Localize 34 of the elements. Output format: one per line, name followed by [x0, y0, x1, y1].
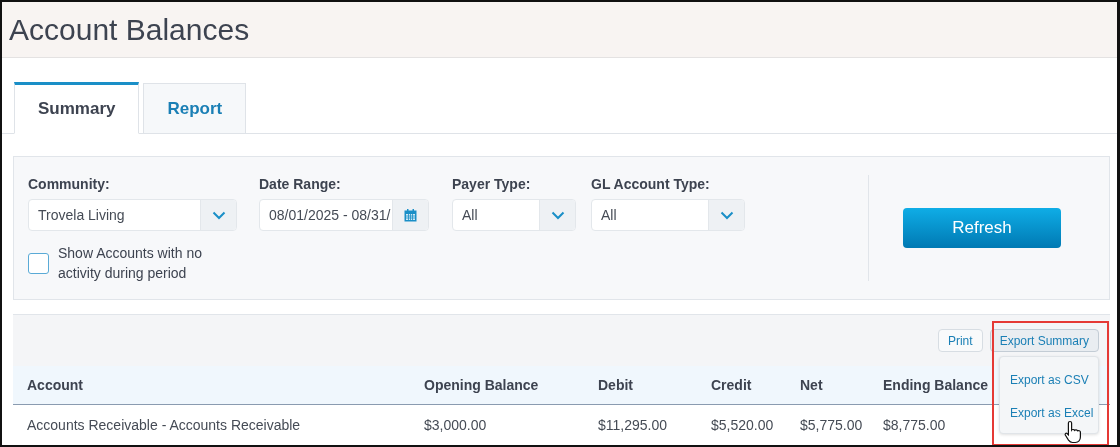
column-header: Debit — [598, 377, 633, 393]
select-field[interactable]: All — [591, 199, 745, 231]
chevron-down-icon — [719, 210, 734, 220]
column-header: Ending Balance — [883, 377, 989, 393]
print-button[interactable]: Print — [937, 329, 983, 352]
export-button[interactable]: Export Summary — [989, 329, 1099, 352]
table-cell: $5,775.00 — [800, 417, 863, 433]
select-field[interactable]: Trovela Living — [28, 199, 237, 231]
tab[interactable]: Report — [143, 83, 247, 134]
menu-item[interactable]: Export as Excel — [1000, 405, 1098, 420]
table-cell: $11,295.00 — [598, 417, 668, 433]
field-label: Community: — [28, 176, 111, 192]
column-header: Opening Balance — [424, 377, 539, 393]
column-header: Account — [27, 377, 83, 393]
calendar-icon — [404, 208, 417, 222]
checkbox-label: Show Accounts with no activity during period — [58, 244, 203, 283]
table-cell: $3,000.00 — [424, 417, 487, 433]
table-cell: Accounts Receivable - Accounts Receivable — [27, 417, 301, 433]
column-header: Credit — [711, 377, 752, 393]
field-label: Payer Type: — [452, 176, 532, 192]
table-cell: $5,520.00 — [711, 417, 774, 433]
field-label: Date Range: — [259, 176, 342, 192]
chevron-down-icon — [211, 210, 226, 220]
date-range-field[interactable]: 08/01/2025 - 08/31/ — [259, 199, 429, 231]
menu-item[interactable]: Export as CSV — [1000, 372, 1098, 387]
select-field[interactable]: All — [452, 199, 576, 231]
field-label: GL Account Type: — [591, 176, 711, 192]
column-header: Net — [800, 377, 823, 393]
chevron-down-icon — [550, 210, 565, 220]
refresh-button[interactable]: Refresh — [903, 208, 1061, 248]
tab[interactable]: Summary — [14, 82, 140, 134]
page-title: Account Balances — [9, 12, 250, 47]
checkbox[interactable] — [28, 252, 49, 274]
table-cell: $8,775.00 — [883, 417, 946, 433]
